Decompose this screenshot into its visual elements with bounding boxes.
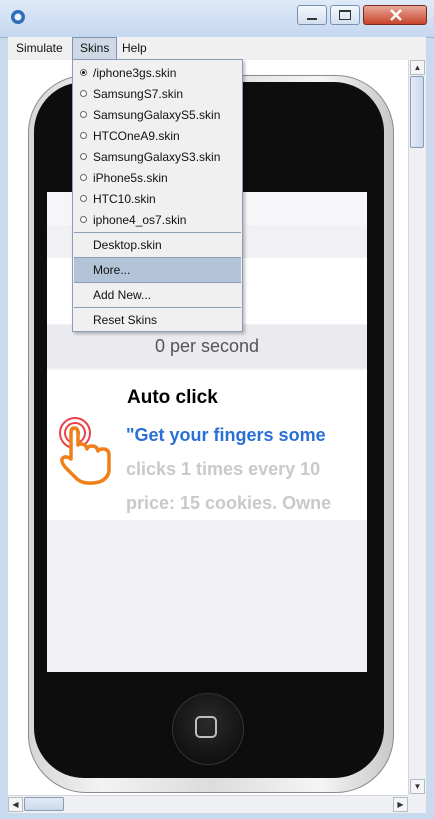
scroll-right-icon[interactable]: ▶: [393, 797, 408, 812]
minimize-icon: [307, 18, 317, 20]
radio-icon: [80, 90, 87, 97]
skin-item-htconea9[interactable]: HTCOneA9.skin: [74, 126, 241, 147]
vertical-scrollbar[interactable]: ▲ ▼: [408, 60, 426, 795]
skin-item-desktop[interactable]: Desktop.skin: [74, 233, 241, 257]
radio-icon: [80, 174, 87, 181]
add-new-skin-item[interactable]: Add New...: [74, 283, 241, 307]
maximize-button[interactable]: [330, 5, 360, 25]
scroll-up-icon[interactable]: ▲: [410, 60, 425, 75]
minimize-button[interactable]: [297, 5, 327, 25]
auto-click-card[interactable]: Auto click "Get your fingers some clicks…: [47, 370, 367, 520]
skin-item-htc10[interactable]: HTC10.skin: [74, 189, 241, 210]
skin-item-samsungs7[interactable]: SamsungS7.skin: [74, 84, 241, 105]
skin-item-iphone3gs[interactable]: /iphone3gs.skin: [74, 63, 241, 84]
skin-item-samsunggalaxys3[interactable]: SamsungGalaxyS3.skin: [74, 147, 241, 168]
home-square-icon: [195, 716, 217, 738]
scroll-corner: [408, 795, 426, 813]
app-icon: [11, 10, 25, 24]
radio-icon: [80, 153, 87, 160]
menu-skins[interactable]: Skins: [72, 37, 118, 60]
close-button[interactable]: [363, 5, 427, 25]
auto-click-description: clicks 1 times every 10: [126, 459, 321, 479]
horizontal-scrollbar[interactable]: ◀ ▶: [8, 795, 408, 813]
menu-help[interactable]: Help: [115, 37, 154, 59]
skins-dropdown: /iphone3gs.skin SamsungS7.skin SamsungGa…: [72, 59, 243, 332]
maximize-icon: [339, 10, 351, 20]
radio-icon: [80, 111, 87, 118]
menu-simulate[interactable]: Simulate: [9, 37, 70, 59]
more-skins-item[interactable]: More...: [74, 258, 241, 282]
vertical-scroll-thumb[interactable]: [410, 76, 424, 148]
auto-click-quote: "Get your fingers some: [126, 425, 326, 445]
skin-item-iphone4-os7[interactable]: iphone4_os7.skin: [74, 210, 241, 231]
radio-icon: [80, 132, 87, 139]
radio-icon: [80, 216, 87, 223]
horizontal-scroll-thumb[interactable]: [24, 797, 64, 811]
scroll-left-icon[interactable]: ◀: [8, 797, 23, 812]
tap-hand-icon: [59, 417, 111, 485]
close-icon: [390, 9, 402, 21]
radio-selected-icon: [80, 69, 87, 76]
skin-item-iphone5s[interactable]: iPhone5s.skin: [74, 168, 241, 189]
menu-bar: [8, 37, 426, 61]
auto-click-price: price: 15 cookies. Owne: [126, 493, 332, 513]
reset-skins-item[interactable]: Reset Skins: [74, 308, 241, 332]
skin-item-samsunggalaxys5[interactable]: SamsungGalaxyS5.skin: [74, 105, 241, 126]
scroll-down-icon[interactable]: ▼: [410, 779, 425, 794]
auto-click-title: Auto click: [127, 387, 218, 408]
radio-icon: [80, 195, 87, 202]
